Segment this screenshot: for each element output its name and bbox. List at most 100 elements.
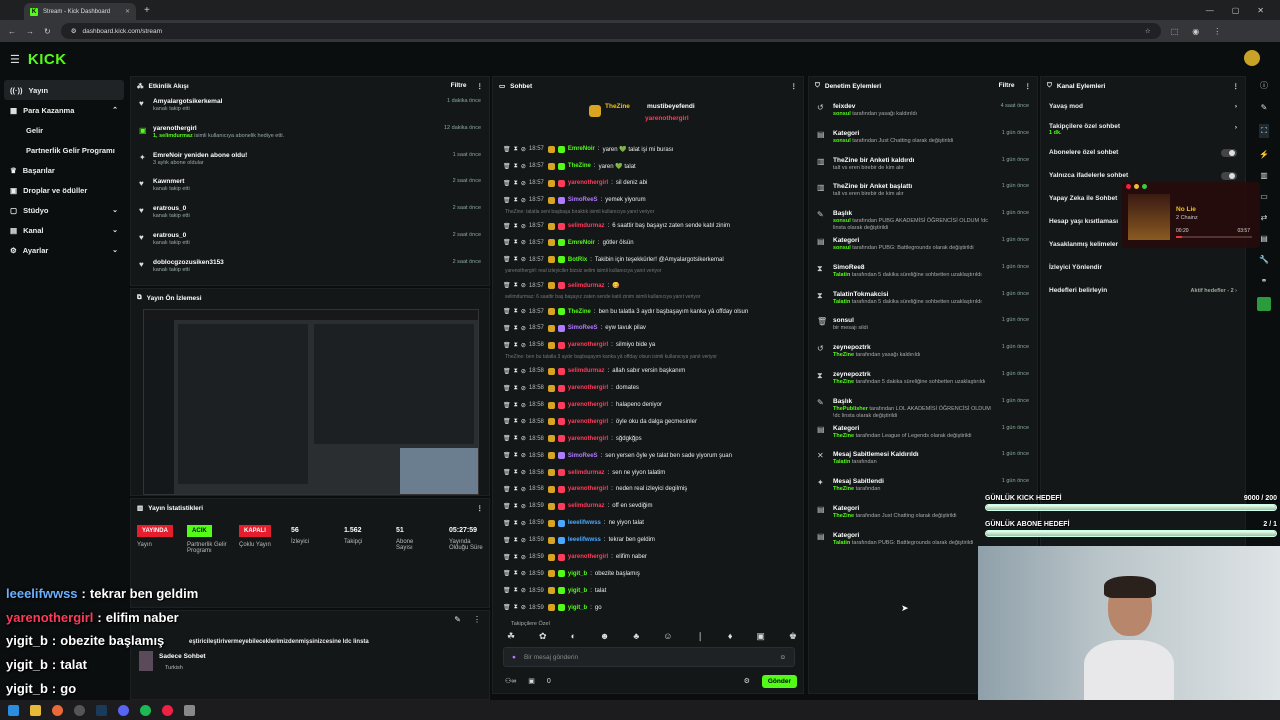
- chat-message[interactable]: 🗑 ⧗ ⊘ 18:57 selimdurmaz: 😋: [493, 277, 793, 294]
- chat-message[interactable]: 🗑 ⧗ ⊘ 18:57 TheZine: ben bu talatla 3 aydır b…: [493, 303, 793, 320]
- maximize-icon[interactable]: ▢: [1232, 6, 1240, 15]
- timeout-icon[interactable]: ⧗: [514, 452, 518, 459]
- ban-icon[interactable]: ⊘: [521, 282, 526, 289]
- delete-message-icon[interactable]: 🗑: [503, 180, 511, 187]
- chat-username[interactable]: selimdurmaz: [568, 368, 605, 374]
- ban-icon[interactable]: ⊘: [521, 452, 526, 459]
- emote-icon[interactable]: ♚: [789, 631, 797, 642]
- timeout-icon[interactable]: ⧗: [514, 570, 518, 577]
- close-window-icon[interactable]: ✕: [1257, 6, 1264, 15]
- file-explorer-icon[interactable]: [30, 704, 41, 716]
- timeout-icon[interactable]: ⧗: [514, 418, 518, 425]
- delete-message-icon[interactable]: 🗑: [503, 308, 511, 315]
- more-options-icon[interactable]: ⋮: [1233, 82, 1240, 90]
- chat-message[interactable]: 🗑 ⧗ ⊘ 18:58 yarenothergirl: domates: [493, 380, 793, 397]
- chat-message[interactable]: 🗑 ⧗ ⊘ 18:57 SimoReeS: eyw tavuk pilav: [493, 320, 793, 337]
- timeout-icon[interactable]: ⧗: [514, 180, 518, 187]
- chat-message[interactable]: 🗑 ⧗ ⊘ 18:58 selimdurmaz: allah sabır versin b…: [493, 363, 793, 380]
- delete-message-icon[interactable]: 🗑: [503, 385, 511, 392]
- emote-icon[interactable]: ▣: [756, 631, 765, 642]
- ban-icon[interactable]: ⊘: [521, 587, 526, 594]
- delete-message-icon[interactable]: 🗑: [503, 402, 511, 409]
- timeout-icon[interactable]: ⧗: [514, 163, 518, 170]
- delete-message-icon[interactable]: 🗑: [503, 418, 511, 425]
- chat-message[interactable]: 🗑 ⧗ ⊘ 18:58 yarenothergirl: öyle oku da dalga…: [493, 413, 793, 430]
- timeout-icon[interactable]: ⧗: [514, 223, 518, 230]
- delete-message-icon[interactable]: 🗑: [503, 223, 511, 230]
- ban-icon[interactable]: ⊘: [521, 520, 526, 527]
- delete-message-icon[interactable]: 🗑: [503, 163, 511, 170]
- chat-username[interactable]: yigit_b: [568, 571, 587, 577]
- emote-icon[interactable]: ◐: [571, 631, 576, 642]
- chat-message[interactable]: 🗑 ⧗ ⊘ 18:58 SimoReeS: sen yersen öyle ye tala…: [493, 447, 793, 464]
- chat-message[interactable]: 🗑 ⧗ ⊘ 18:58 selimdurmaz: sen ne yiyon talatim: [493, 464, 793, 481]
- ban-icon[interactable]: ⊘: [521, 180, 526, 187]
- timeout-icon[interactable]: ⧗: [514, 368, 518, 375]
- emote-icon[interactable]: ✿: [539, 631, 547, 642]
- delete-message-icon[interactable]: 🗑: [503, 325, 511, 332]
- filter-button[interactable]: Filtre: [451, 82, 467, 90]
- delete-message-icon[interactable]: 🗑: [503, 469, 511, 476]
- chat-username[interactable]: yarenothergirl: [568, 342, 608, 348]
- ban-icon[interactable]: ⊘: [521, 197, 526, 204]
- chat-username[interactable]: selimdurmaz: [568, 470, 605, 476]
- scan-icon[interactable]: ⛶: [1259, 124, 1269, 138]
- sidebar-item-partnerlik[interactable]: Partnerlik Gelir Programı: [0, 140, 128, 160]
- layout-icon[interactable]: ▥: [1260, 171, 1268, 180]
- chat-username[interactable]: yarenothergirl: [568, 180, 608, 186]
- stream-icon[interactable]: ▭: [1260, 192, 1268, 201]
- new-tab-icon[interactable]: +: [144, 5, 150, 16]
- timeout-icon[interactable]: ⧗: [514, 239, 518, 246]
- chat-username[interactable]: selimdurmaz: [568, 503, 605, 509]
- green-app-icon[interactable]: [1257, 297, 1271, 311]
- timeout-icon[interactable]: ⧗: [514, 402, 518, 409]
- chat-message[interactable]: 🗑 ⧗ ⊘ 18:57 selimdurmaz:6 saattir baş başayı…: [493, 218, 793, 235]
- sidebar-item-droplar[interactable]: ▣ Droplar ve ödüller: [0, 180, 128, 200]
- timeout-icon[interactable]: ⧗: [514, 385, 518, 392]
- ban-icon[interactable]: ⊘: [521, 554, 526, 561]
- delete-message-icon[interactable]: 🗑: [503, 146, 511, 153]
- flash-icon[interactable]: ⚡: [1259, 150, 1269, 159]
- steam-icon[interactable]: [96, 704, 107, 716]
- chat-message[interactable]: 🗑 ⧗ ⊘ 18:57 EmreNoir: yaren 💚 talat işi mi bu…: [493, 141, 793, 158]
- chat-message[interactable]: 🗑 ⧗ ⊘ 18:59 selimdurmaz: off en sevdiğim: [493, 498, 793, 515]
- chat-username[interactable]: selimdurmaz: [568, 223, 605, 229]
- ban-icon[interactable]: ⊘: [521, 503, 526, 510]
- more-options-icon[interactable]: ⋮: [791, 82, 798, 90]
- ban-icon[interactable]: ⊘: [521, 342, 526, 349]
- kick-logo[interactable]: KICK: [28, 51, 67, 68]
- action-subscribers-only[interactable]: Abonelere özel sohbet: [1041, 141, 1245, 164]
- app-icon[interactable]: [74, 704, 85, 716]
- filter-button[interactable]: Filtre: [999, 82, 1015, 90]
- chat-username[interactable]: yarenothergirl: [568, 402, 608, 408]
- site-info-icon[interactable]: ⚙: [71, 27, 77, 35]
- chrome-icon[interactable]: [162, 704, 173, 716]
- ban-icon[interactable]: ⊘: [521, 308, 526, 315]
- sidebar-item-gelir[interactable]: Gelir: [0, 120, 128, 140]
- hamburger-menu-icon[interactable]: ☰: [10, 53, 20, 66]
- chat-username[interactable]: leeelifwwss: [568, 537, 601, 543]
- timeout-icon[interactable]: ⧗: [514, 604, 518, 611]
- timeout-icon[interactable]: ⧗: [514, 520, 518, 527]
- menu-dots-icon[interactable]: ⋮: [1213, 27, 1221, 36]
- layers-icon[interactable]: ▤: [1260, 234, 1268, 243]
- info-icon[interactable]: ⓘ: [1260, 80, 1268, 91]
- chat-username[interactable]: EmreNoir: [568, 146, 595, 152]
- chat-username[interactable]: yarenothergirl: [568, 554, 608, 560]
- app-icon[interactable]: [184, 704, 195, 716]
- timeout-icon[interactable]: ⧗: [514, 197, 518, 204]
- forward-icon[interactable]: →: [26, 27, 34, 36]
- pencil-icon[interactable]: ✎: [1261, 103, 1268, 112]
- chat-username[interactable]: yarenothergirl: [568, 436, 608, 442]
- delete-message-icon[interactable]: 🗑: [503, 197, 511, 204]
- browser-tab[interactable]: K Stream - Kick Dashboard ✕: [24, 3, 136, 20]
- chat-username[interactable]: SimoReeS: [568, 325, 598, 331]
- sidebar-item-ayarlar[interactable]: ⚙ Ayarlar ⌄: [0, 240, 128, 260]
- chat-message[interactable]: 🗑 ⧗ ⊘ 18:59 leeelifwwss: ne yiyon talat: [493, 515, 793, 532]
- timeout-icon[interactable]: ⧗: [514, 486, 518, 493]
- delete-message-icon[interactable]: 🗑: [503, 604, 511, 611]
- chat-username[interactable]: EmreNoir: [568, 240, 595, 246]
- chat-message[interactable]: 🗑 ⧗ ⊘ 18:57 EmreNoir: götler ölsün: [493, 234, 793, 251]
- chat-username[interactable]: yarenothergirl: [568, 486, 608, 492]
- emote-icon[interactable]: ☘: [507, 631, 515, 642]
